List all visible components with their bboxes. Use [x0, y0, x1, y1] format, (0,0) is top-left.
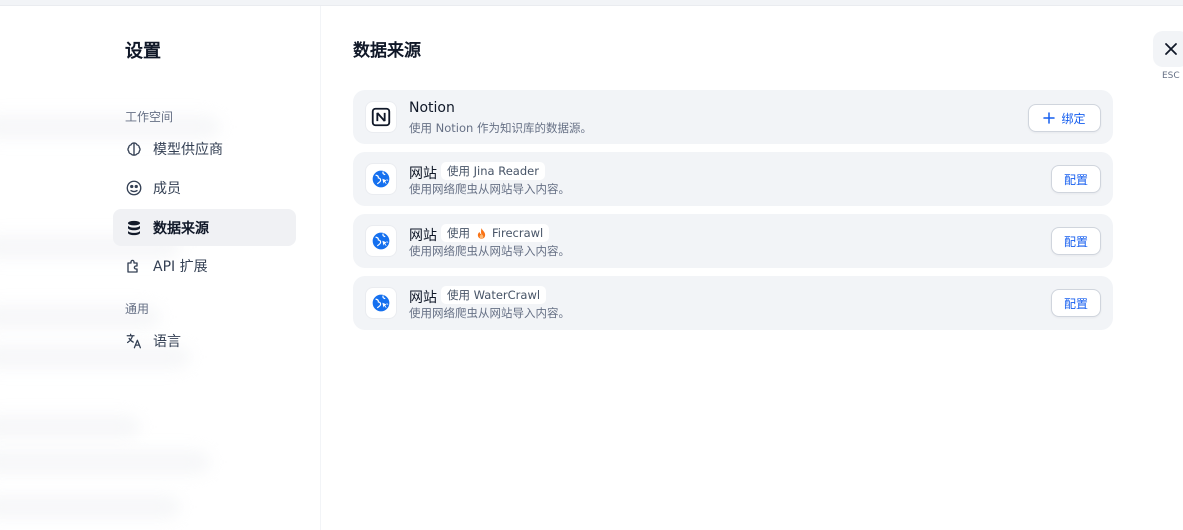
background-blur: [0, 496, 180, 518]
database-icon: [125, 219, 143, 237]
esc-hint: ESC: [1162, 71, 1180, 81]
provider-name: Firecrawl: [492, 226, 544, 240]
website-globe-icon: [365, 163, 397, 195]
data-source-card-firecrawl: 网站 使用 Firecrawl 使用网络爬虫从网站导入内容。 配置: [353, 214, 1113, 268]
configure-button[interactable]: 配置: [1051, 165, 1101, 193]
source-description: 使用网络爬虫从网站导入内容。: [409, 244, 570, 258]
configure-button-label: 配置: [1063, 234, 1088, 249]
data-source-card-notion: Notion 使用 Notion 作为知识库的数据源。 绑定: [353, 90, 1113, 144]
close-icon: [1164, 42, 1178, 56]
puzzle-icon: [125, 257, 143, 275]
source-name: 网站: [409, 166, 437, 182]
members-icon: [125, 179, 143, 197]
data-source-panel: 数据来源 Notion 使用 Notion 作为知识库的数据源。 绑定 网站 使…: [321, 6, 1183, 530]
provider-badge: 使用 Firecrawl: [441, 224, 550, 242]
sidebar-item-label: API 扩展: [153, 258, 208, 275]
configure-button-label: 配置: [1063, 296, 1088, 311]
configure-button[interactable]: 配置: [1051, 289, 1101, 317]
provider-badge: 使用 WaterCrawl: [441, 286, 547, 304]
plus-icon: [1043, 112, 1056, 124]
source-description: 使用网络爬虫从网站导入内容。: [409, 306, 570, 320]
sidebar-item-model-providers[interactable]: 模型供应商: [113, 130, 296, 167]
bind-button-label: 绑定: [1061, 111, 1086, 126]
source-description: 使用网络爬虫从网站导入内容。: [409, 182, 570, 196]
website-globe-icon: [365, 287, 397, 319]
sidebar-item-label: 成员: [153, 180, 181, 197]
data-source-card-watercrawl: 网站 使用 WaterCrawl 使用网络爬虫从网站导入内容。 配置: [353, 276, 1113, 330]
sidebar-item-label: 数据来源: [153, 220, 209, 237]
close-button[interactable]: [1153, 31, 1183, 67]
sidebar-item-label: 模型供应商: [153, 141, 223, 158]
notion-logo-icon: [365, 101, 397, 133]
page-title: 数据来源: [353, 41, 421, 61]
configure-button[interactable]: 配置: [1051, 227, 1101, 255]
sidebar-item-api-extension[interactable]: API 扩展: [113, 247, 296, 284]
sidebar-item-language[interactable]: 语言: [113, 322, 296, 359]
provider-prefix: 使用: [447, 226, 470, 240]
fire-icon: [476, 227, 487, 240]
sidebar-title: 设置: [125, 41, 161, 62]
provider-badge: 使用 Jina Reader: [441, 162, 545, 180]
group-label-general: 通用: [125, 302, 150, 316]
website-globe-icon: [365, 225, 397, 257]
translate-icon: [125, 332, 143, 350]
sidebar-item-members[interactable]: 成员: [113, 169, 296, 206]
source-name: 网站: [409, 290, 437, 306]
sidebar-item-label: 语言: [153, 333, 181, 350]
sidebar-item-data-source[interactable]: 数据来源: [113, 209, 296, 246]
background-blur: [0, 451, 210, 473]
settings-sidebar: 设置 工作空间 模型供应商 成员 数据来源 API 扩展 通用 语言: [0, 6, 321, 530]
background-blur: [0, 416, 140, 438]
group-label-workspace: 工作空间: [125, 110, 174, 124]
data-source-card-jina-reader: 网站 使用 Jina Reader 使用网络爬虫从网站导入内容。 配置: [353, 152, 1113, 206]
source-name: Notion: [409, 100, 455, 116]
source-description: 使用 Notion 作为知识库的数据源。: [409, 121, 592, 135]
brain-icon: [125, 140, 143, 158]
source-name: 网站: [409, 228, 437, 244]
bind-button[interactable]: 绑定: [1028, 104, 1101, 132]
configure-button-label: 配置: [1063, 172, 1088, 187]
